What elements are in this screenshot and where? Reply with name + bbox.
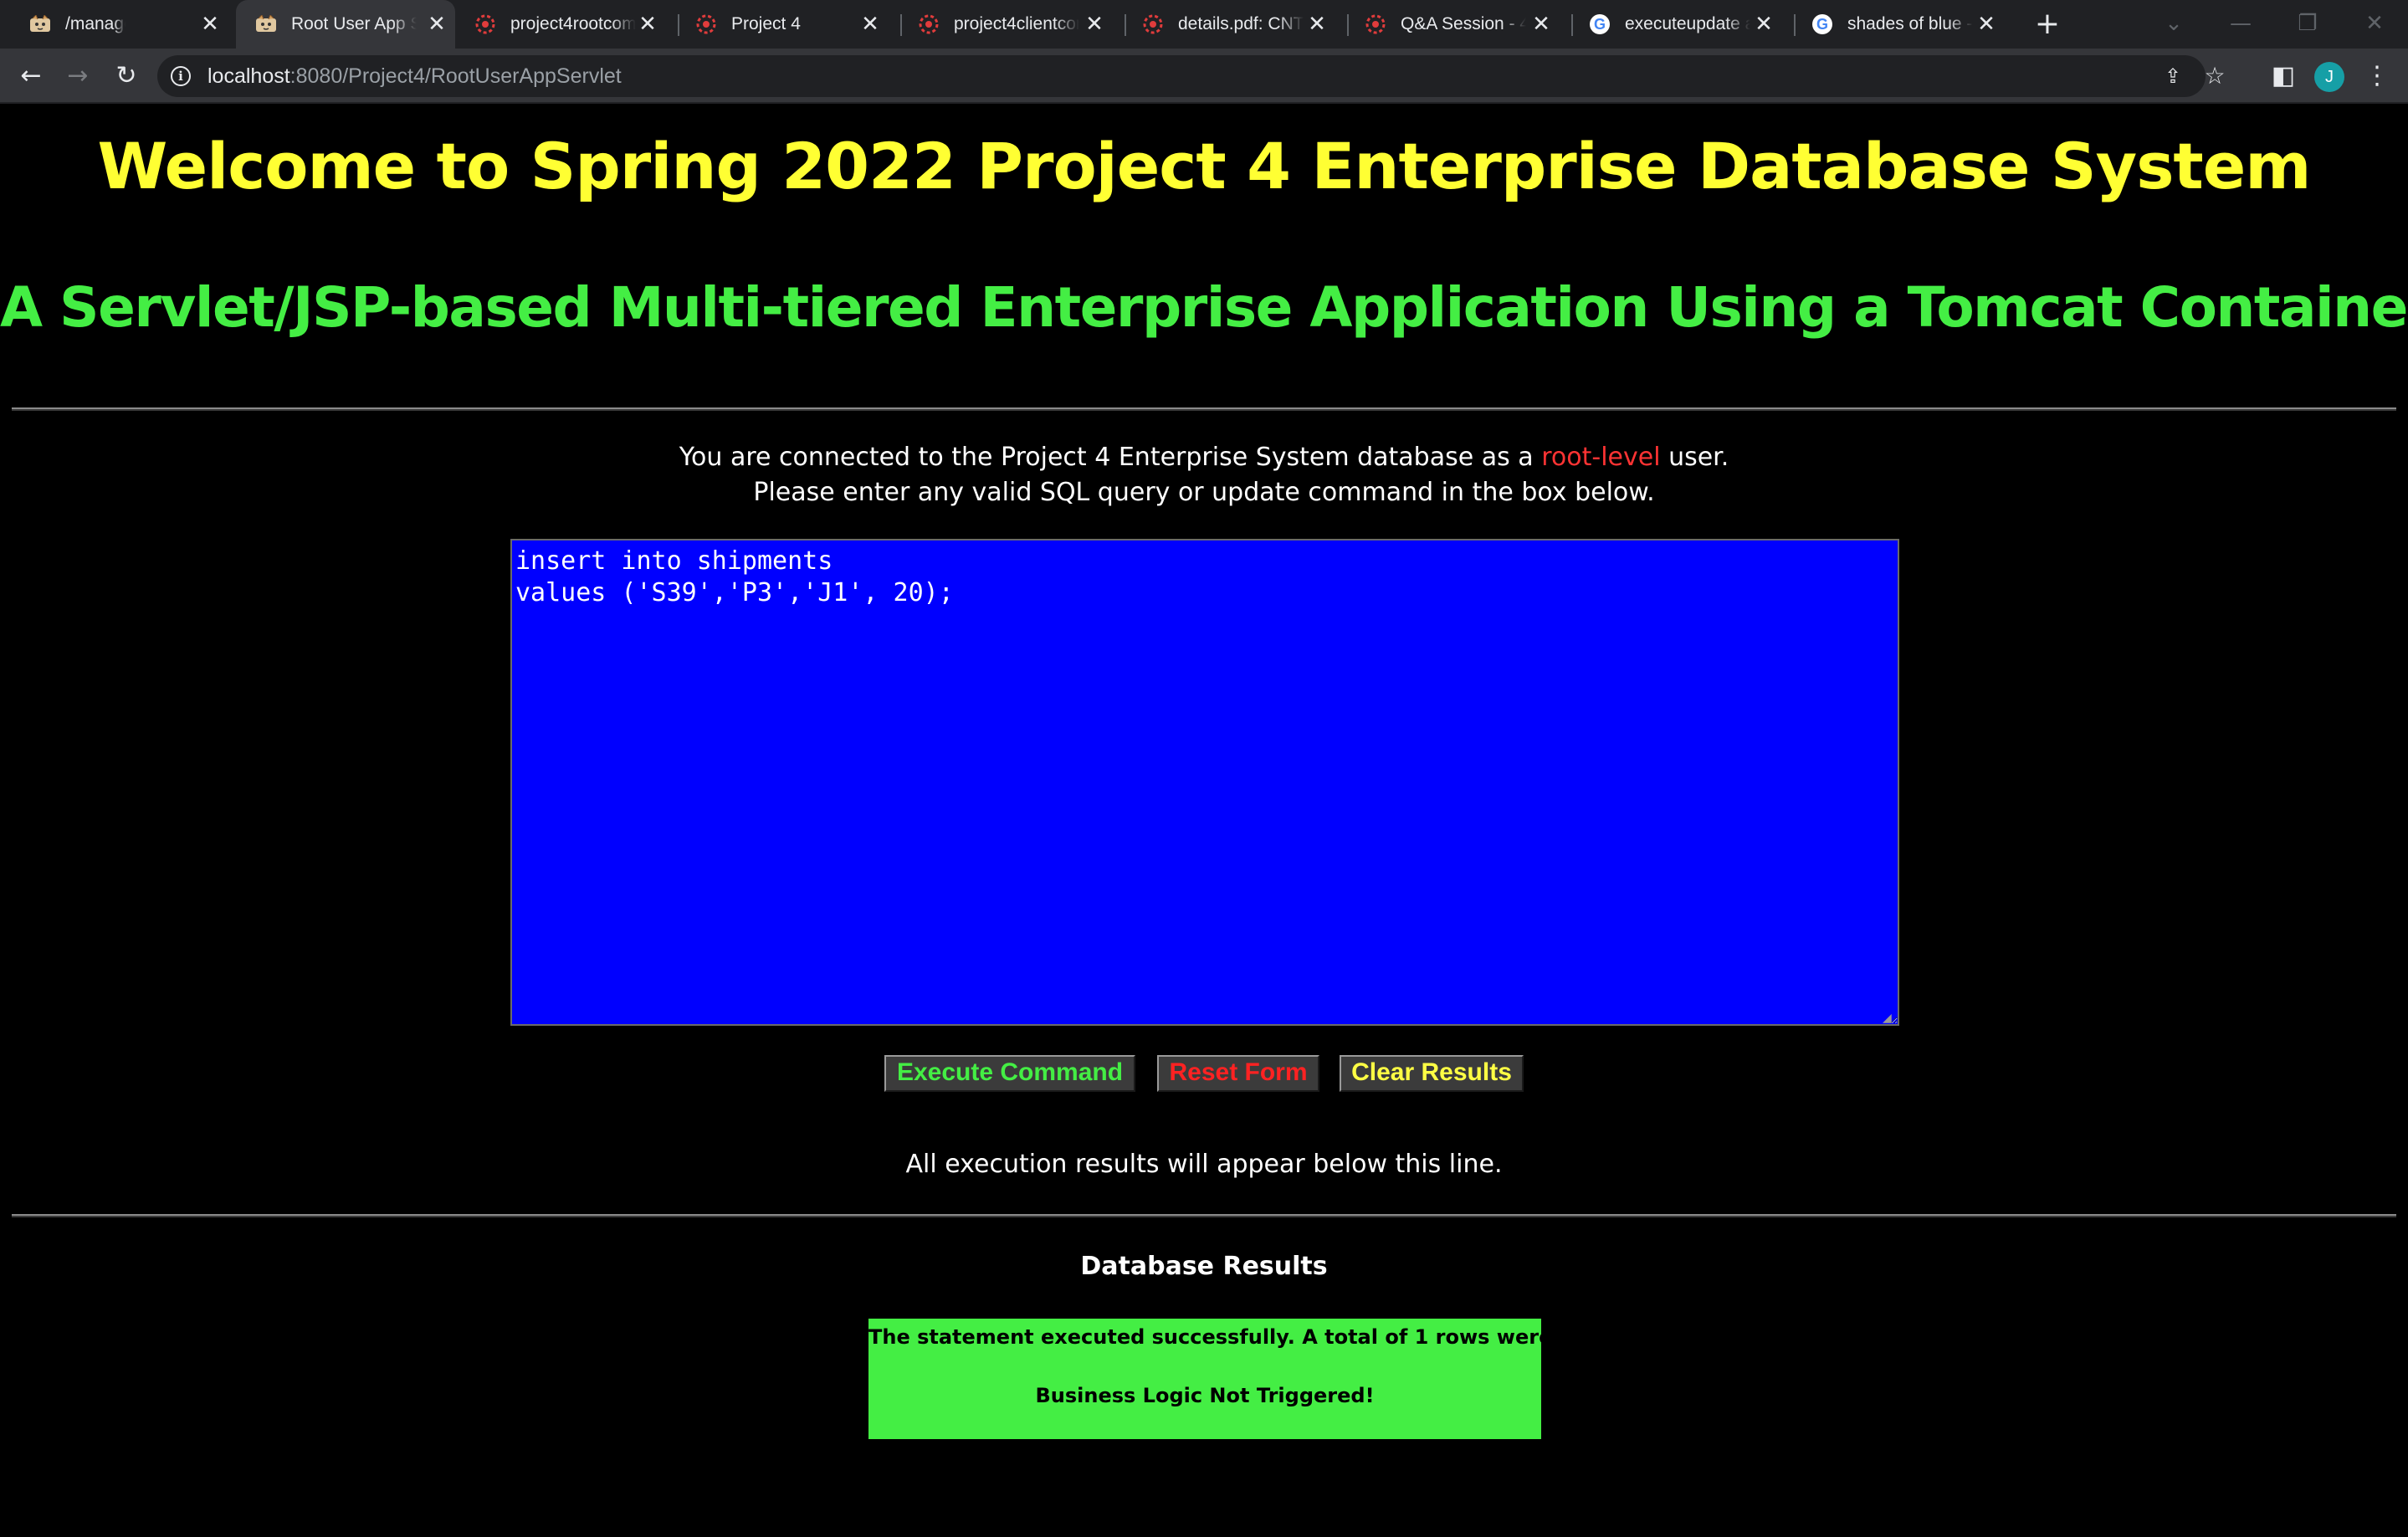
tab-shades-of-blue[interactable]: G shades of blue - ✕ xyxy=(1796,0,2016,49)
divider xyxy=(12,407,2396,411)
user-level-label: root-level xyxy=(1541,443,1661,472)
close-icon[interactable]: ✕ xyxy=(858,13,882,36)
clear-results-button[interactable]: Clear Results xyxy=(1340,1055,1524,1092)
info-icon[interactable]: i xyxy=(171,66,191,86)
reload-icon[interactable]: ↻ xyxy=(109,59,144,94)
more-menu-icon[interactable]: ⋮ xyxy=(2359,59,2395,94)
close-icon[interactable]: ✕ xyxy=(1752,13,1775,36)
page-body: Welcome to Spring 2022 Project 4 Enterpr… xyxy=(0,104,2408,1537)
intro-text: You are connected to the Project 4 Enter… xyxy=(679,443,1542,472)
browser-toolbar: ← → ↻ i localhost:8080/Project4/RootUser… xyxy=(0,49,2408,104)
execute-command-button[interactable]: Execute Command xyxy=(884,1055,1135,1092)
browser-tab-strip: /manager ✕ Root User App Servlet ✕ proje… xyxy=(0,0,2408,49)
tab-details-pdf[interactable]: details.pdf: CNT4714 ✕ xyxy=(1126,0,1347,49)
result-message-box: The statement executed successfully. A t… xyxy=(868,1319,1662,1439)
bookmark-star-icon[interactable]: ☆ xyxy=(2202,64,2227,89)
tab-project-4[interactable]: Project 4 ✕ xyxy=(679,0,900,49)
close-icon[interactable]: ✕ xyxy=(1305,13,1329,36)
results-heading: Database Results xyxy=(1080,1252,1328,1281)
tab-project4clientcommands[interactable]: project4clientcommands ✕ xyxy=(902,0,1125,49)
page-subtitle: A Servlet/JSP-based Multi-tiered Enterpr… xyxy=(0,275,2408,340)
ucf-icon xyxy=(917,13,940,36)
minimize-icon[interactable]: — xyxy=(2224,7,2257,40)
intro-text-end: user. xyxy=(1660,443,1729,472)
divider xyxy=(12,1214,2396,1217)
tab-title: project4clientcommands xyxy=(954,14,1079,33)
window-close-icon[interactable]: ✕ xyxy=(2358,7,2391,40)
result-status-text: The statement executed successfully. A t… xyxy=(868,1325,1662,1349)
business-logic-text: Business Logic Not Triggered! xyxy=(1035,1384,1375,1407)
reset-form-button[interactable]: Reset Form xyxy=(1157,1055,1319,1092)
restore-icon[interactable]: ❐ xyxy=(2291,7,2324,40)
share-icon[interactable]: ⇪ xyxy=(2160,64,2185,89)
close-icon[interactable]: ✕ xyxy=(636,13,659,36)
ucf-icon xyxy=(474,13,497,36)
tab-title: /manager xyxy=(65,14,126,33)
close-icon[interactable]: ✕ xyxy=(198,13,222,36)
ucf-icon xyxy=(1141,13,1165,36)
forward-arrow-icon[interactable]: → xyxy=(60,59,95,94)
results-note: All execution results will appear below … xyxy=(905,1150,1503,1179)
tab-root-user-app[interactable]: Root User App Servlet ✕ xyxy=(236,0,455,49)
tab-title: shades of blue - xyxy=(1847,14,1973,33)
svg-text:G: G xyxy=(1816,16,1828,33)
side-panel-icon[interactable]: ◧ xyxy=(2266,59,2301,94)
tab-title: Project 4 xyxy=(731,14,801,33)
tab-title: executeupdate a xyxy=(1625,14,1750,33)
back-arrow-icon[interactable]: ← xyxy=(13,59,49,94)
close-icon[interactable]: ✕ xyxy=(1529,13,1553,36)
close-icon[interactable]: ✕ xyxy=(1975,13,1998,36)
google-icon: G xyxy=(1811,13,1834,36)
svg-text:G: G xyxy=(1594,16,1606,33)
google-icon: G xyxy=(1588,13,1611,36)
address-bar[interactable]: i localhost:8080/Project4/RootUserAppSer… xyxy=(157,55,2226,97)
resize-handle-icon[interactable]: ◢ xyxy=(1883,1012,1896,1024)
connection-message: You are connected to the Project 4 Enter… xyxy=(0,440,2408,510)
ucf-icon xyxy=(1364,13,1387,36)
tab-qa-session[interactable]: Q&A Session - 4 ✕ xyxy=(1349,0,1571,49)
tab-title: Root User App Servlet xyxy=(291,14,417,33)
tab-executeupdate[interactable]: G executeupdate a ✕ xyxy=(1573,0,1794,49)
avatar[interactable]: J xyxy=(2314,62,2344,92)
tab-title: project4rootcommands xyxy=(510,14,636,33)
tab-search-icon[interactable]: ⌄ xyxy=(2157,7,2190,40)
tab-title: details.pdf: CNT4714 xyxy=(1178,14,1304,33)
tab-title: Q&A Session - 4 xyxy=(1401,14,1526,33)
tab-project4rootcommands[interactable]: project4rootcommands ✕ xyxy=(459,0,678,49)
ucf-icon xyxy=(694,13,718,36)
tomcat-icon xyxy=(254,13,278,36)
close-icon[interactable]: ✕ xyxy=(1083,13,1106,36)
page-title: Welcome to Spring 2022 Project 4 Enterpr… xyxy=(97,129,2311,203)
sql-command-input[interactable] xyxy=(510,539,1899,1026)
instructions-text: Please enter any valid SQL query or upda… xyxy=(753,478,1655,507)
close-icon[interactable]: ✕ xyxy=(425,13,448,36)
new-tab-button[interactable]: + xyxy=(2031,8,2063,40)
tab-manager[interactable]: /manager ✕ xyxy=(0,0,219,49)
tomcat-icon xyxy=(28,13,52,36)
url-text[interactable]: localhost:8080/Project4/RootUserAppServl… xyxy=(207,64,622,89)
